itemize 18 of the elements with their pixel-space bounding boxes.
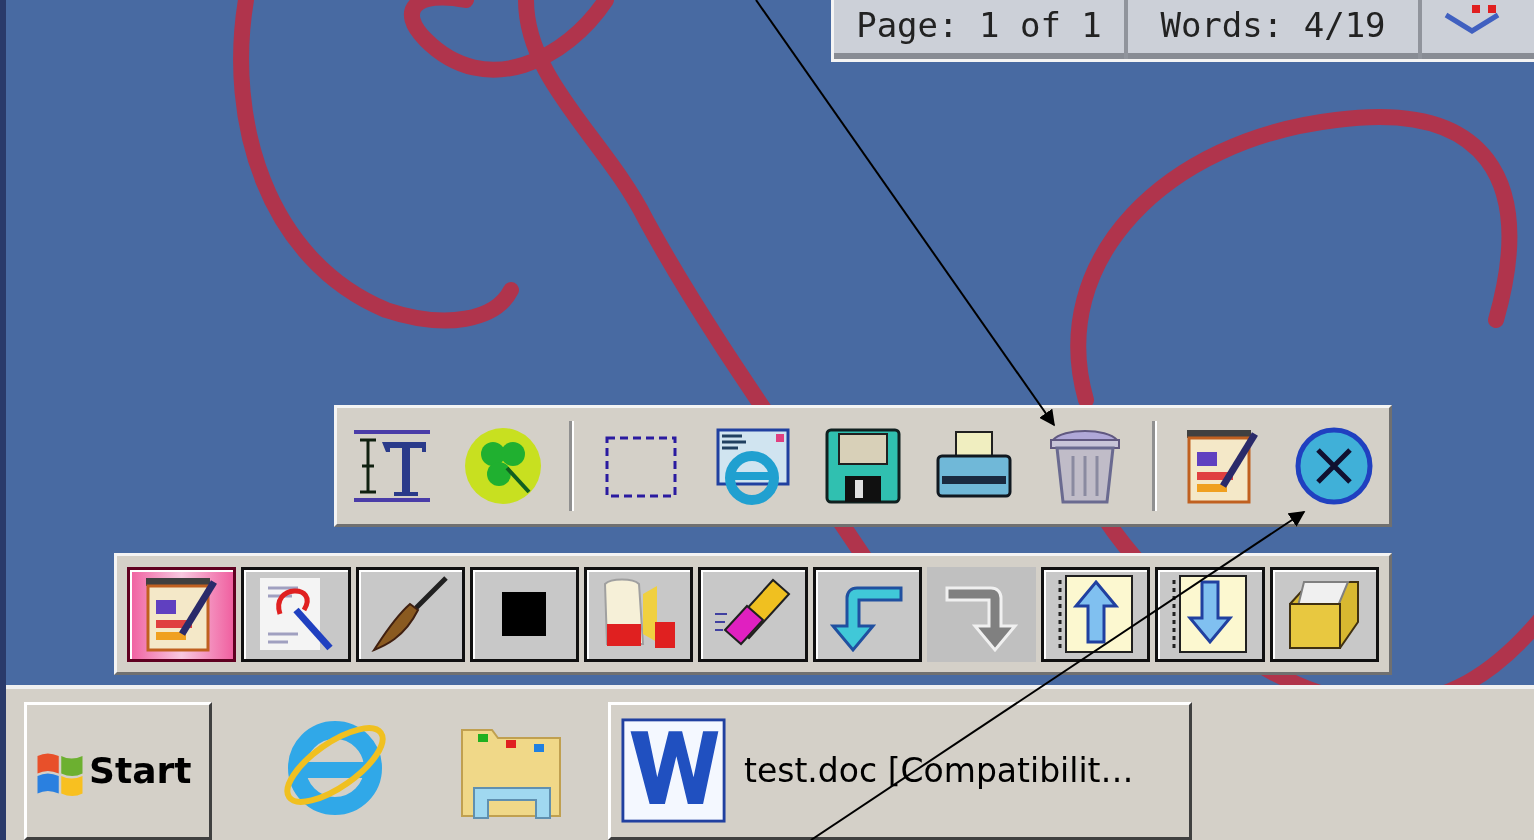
clover-icon <box>463 426 544 506</box>
tool-button[interactable] <box>469 566 580 662</box>
tool-button[interactable] <box>355 566 465 662</box>
start-button[interactable]: Start <box>24 701 212 840</box>
tool-button[interactable] <box>1269 566 1379 662</box>
tool-button[interactable] <box>1041 566 1151 662</box>
tool-button[interactable] <box>584 566 694 662</box>
tool-button[interactable] <box>1155 566 1265 662</box>
tool-button[interactable] <box>698 566 808 662</box>
paintbrush-icon <box>370 574 451 654</box>
tool-button[interactable] <box>127 566 237 662</box>
down-arrow-document-icon <box>1170 574 1250 654</box>
tool-button[interactable] <box>812 566 922 662</box>
tool-button[interactable] <box>241 566 351 662</box>
word-document-icon <box>621 718 726 823</box>
status-field: Page: 1 of 1 <box>834 0 1128 59</box>
status-field: Words: 4/19 <box>1128 0 1422 59</box>
close-icon <box>1293 426 1374 506</box>
